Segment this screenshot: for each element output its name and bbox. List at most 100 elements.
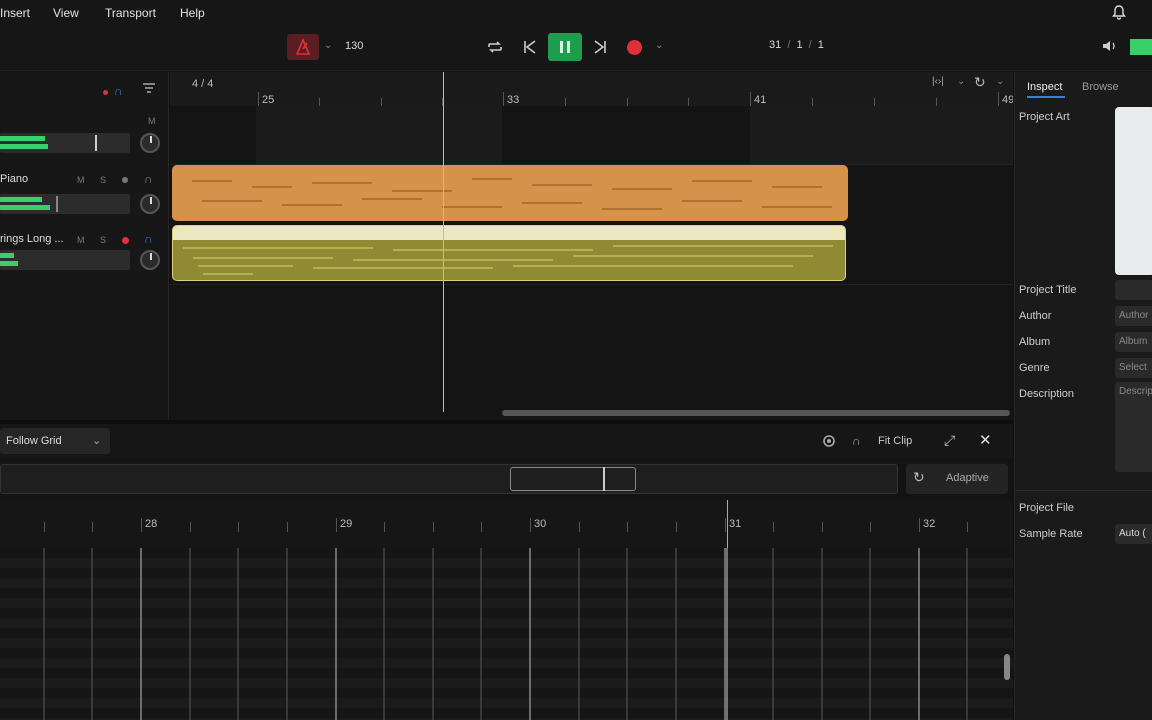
pan-knob[interactable] xyxy=(140,194,160,214)
track-level-meter[interactable] xyxy=(0,250,130,270)
menu-view[interactable]: View xyxy=(53,6,79,20)
album-input[interactable]: Album xyxy=(1115,332,1152,352)
solo-button[interactable]: S xyxy=(100,175,106,185)
position-display[interactable]: 31 / 1 / 1 xyxy=(769,39,824,51)
track-row[interactable]: Piano M S ∩ xyxy=(0,166,168,224)
bar-number: 33 xyxy=(507,94,520,106)
author-label: Author xyxy=(1019,310,1052,322)
chevron-down-icon[interactable]: ⌄ xyxy=(996,76,1004,87)
zoom-to-fit-icon[interactable]: |‹›| xyxy=(932,76,944,87)
loop-icon[interactable]: ↻ xyxy=(974,74,986,91)
headphones-icon[interactable]: ∩ xyxy=(144,232,153,246)
editor-toolbar: Follow Grid ⌄ ∩ Fit Clip ⤢ ✕ xyxy=(0,424,1013,458)
transport-bar: ⌄ 130 ⌄ 31 / 1 / 1 xyxy=(0,26,1152,71)
record-arm-button[interactable] xyxy=(122,237,129,244)
mute-button[interactable]: M xyxy=(77,235,85,245)
genre-label: Genre xyxy=(1019,362,1050,374)
pause-icon xyxy=(560,41,570,53)
pan-knob[interactable] xyxy=(140,250,160,270)
project-art-label: Project Art xyxy=(1019,111,1070,123)
menu-bar: Insert View Transport Help xyxy=(0,0,1152,26)
metronome-icon xyxy=(295,38,311,55)
track-level-meter[interactable] xyxy=(0,133,130,153)
album-label: Album xyxy=(1019,336,1051,348)
tab-browse[interactable]: Browse xyxy=(1082,81,1119,93)
tempo-display[interactable]: 130 xyxy=(345,40,363,52)
close-icon[interactable]: ✕ xyxy=(979,431,992,449)
bar-number: 28 xyxy=(145,518,158,530)
genre-select[interactable]: Select xyxy=(1115,358,1152,378)
record-arm-button[interactable] xyxy=(122,177,128,183)
record-icon xyxy=(626,39,642,55)
track-row[interactable]: rings Long ... M S ∩ xyxy=(0,226,168,284)
loop-icon: ↻ xyxy=(913,469,925,485)
grid-mode-select[interactable]: Follow Grid ⌄ xyxy=(0,428,110,454)
midi-notes xyxy=(183,245,833,275)
piano-clip[interactable] xyxy=(172,165,848,221)
bar-number: 49 xyxy=(1002,94,1013,106)
piano-roll-grid[interactable] xyxy=(0,548,1013,720)
sample-rate-label: Sample Rate xyxy=(1019,528,1083,540)
bar-number: 30 xyxy=(534,518,547,530)
pause-button[interactable] xyxy=(548,33,582,61)
skip-back-button[interactable] xyxy=(519,36,541,58)
metronome-button[interactable] xyxy=(287,34,319,60)
description-textarea[interactable]: Descrip xyxy=(1115,382,1152,472)
record-arm-indicator xyxy=(103,90,108,95)
author-input[interactable]: Author xyxy=(1115,306,1152,326)
arrangement-view[interactable]: 4 / 4 25 33 41 49 |‹›| ⌄ ↻ ⌄ xyxy=(170,72,1013,420)
track-row[interactable]: M xyxy=(0,112,168,164)
volume-icon[interactable] xyxy=(1101,38,1119,57)
editor-ruler[interactable]: 28 29 30 31 32 xyxy=(0,500,1013,548)
project-file-label: Project File xyxy=(1019,502,1075,514)
active-tab-indicator xyxy=(1027,96,1065,98)
chevron-down-icon[interactable]: ⌄ xyxy=(957,76,965,87)
midi-notes xyxy=(192,178,832,210)
record-button[interactable] xyxy=(624,37,644,57)
inspector-panel: Inspect Browse Project Art Project Title… xyxy=(1014,72,1152,720)
filter-icon[interactable] xyxy=(142,82,156,97)
chevron-down-icon[interactable]: ⌄ xyxy=(655,40,663,51)
chevron-down-icon[interactable]: ⌄ xyxy=(324,40,332,51)
pan-knob[interactable] xyxy=(140,133,160,153)
project-art-image[interactable] xyxy=(1115,107,1152,275)
sample-rate-select[interactable]: Auto ( xyxy=(1115,524,1152,544)
mute-button[interactable]: M xyxy=(148,116,156,126)
mute-button[interactable]: M xyxy=(77,175,85,185)
bar-number: 32 xyxy=(923,518,936,530)
master-volume-meter[interactable] xyxy=(1130,39,1152,55)
bar-number: 31 xyxy=(729,518,742,530)
project-title-input[interactable] xyxy=(1115,280,1152,300)
bar-number: 25 xyxy=(262,94,275,106)
time-signature[interactable]: 4 / 4 xyxy=(192,78,213,90)
settings-icon[interactable] xyxy=(821,433,837,452)
timeline-ruler[interactable]: 4 / 4 25 33 41 49 |‹›| ⌄ ↻ ⌄ xyxy=(170,72,1013,106)
track-name[interactable]: rings Long ... xyxy=(0,233,64,245)
bar-number: 41 xyxy=(754,94,767,106)
expand-icon[interactable]: ⤢ xyxy=(944,432,955,449)
solo-button[interactable]: S xyxy=(100,235,106,245)
headphones-icon[interactable]: ∩ xyxy=(144,172,153,186)
menu-help[interactable]: Help xyxy=(180,6,205,20)
adaptive-button[interactable]: ↻ Adaptive xyxy=(906,464,1008,494)
track-headers: ∩ M Piano M S ∩ rings Long ... M S ∩ xyxy=(0,72,169,420)
tab-inspect[interactable]: Inspect xyxy=(1027,81,1062,93)
playhead[interactable] xyxy=(443,72,444,412)
overview-viewport[interactable] xyxy=(510,467,636,491)
bell-icon[interactable] xyxy=(1111,4,1127,23)
skip-forward-button[interactable] xyxy=(589,36,611,58)
editor-playhead[interactable] xyxy=(727,500,728,548)
menu-transport[interactable]: Transport xyxy=(105,6,156,20)
horizontal-scrollbar[interactable] xyxy=(502,410,1010,416)
skip-back-icon xyxy=(524,40,536,54)
overview-playhead xyxy=(603,467,605,491)
strings-clip[interactable] xyxy=(172,225,846,281)
headphones-icon[interactable]: ∩ xyxy=(114,84,123,98)
clip-overview-bar[interactable] xyxy=(0,464,898,494)
track-level-meter[interactable] xyxy=(0,194,130,214)
track-name[interactable]: Piano xyxy=(0,173,28,185)
loop-button[interactable] xyxy=(484,36,506,58)
headphones-icon: ∩ xyxy=(852,434,861,448)
menu-insert[interactable]: Insert xyxy=(0,6,30,20)
skip-forward-icon xyxy=(594,40,606,54)
